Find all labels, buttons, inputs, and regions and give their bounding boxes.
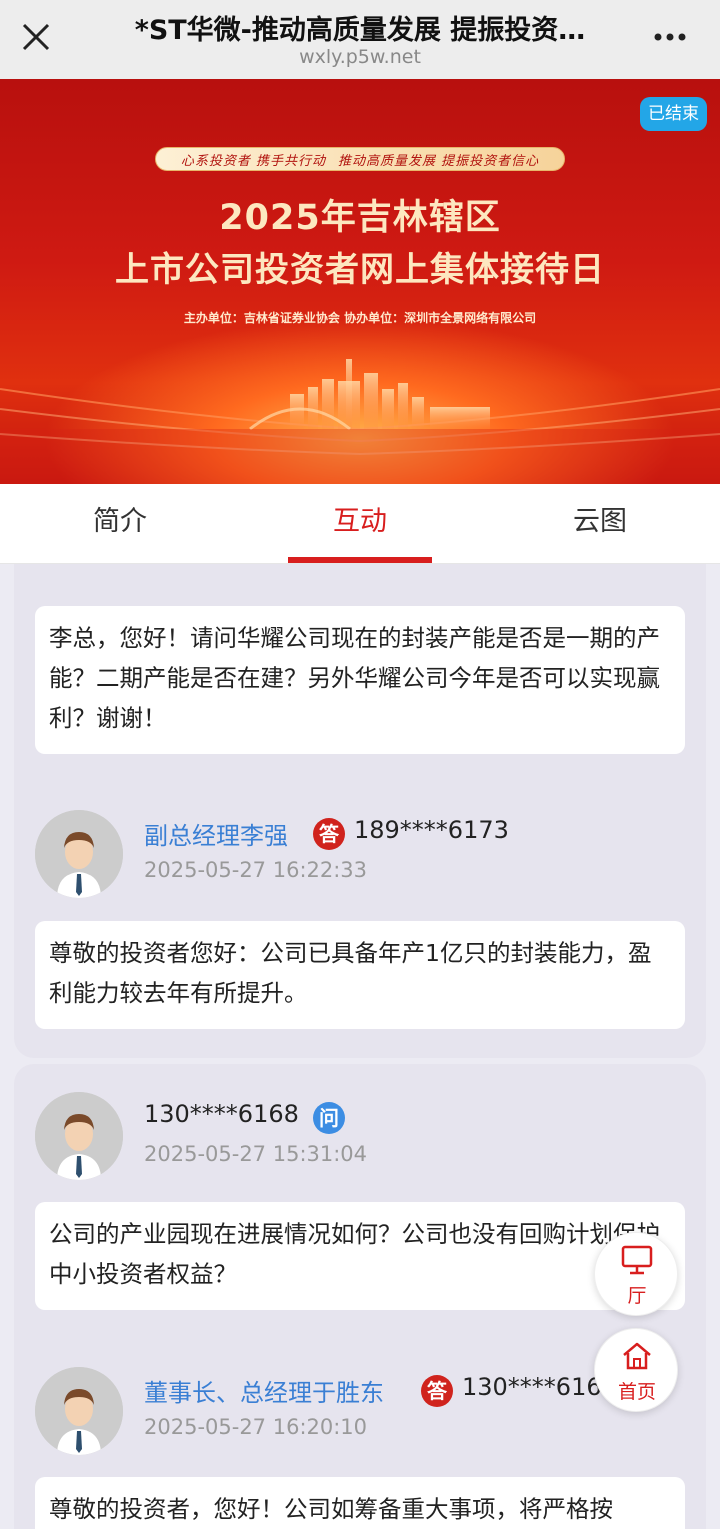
answer-timestamp: 2025-05-27 16:22:33	[144, 858, 368, 882]
title-bar: *ST华微-推动高质量发展 提振投资… wxly.p5w.net	[0, 0, 720, 79]
home-button[interactable]: 首页	[594, 1328, 678, 1412]
question-timestamp: 2025-05-27 15:31:04	[144, 1142, 368, 1166]
answer-text: 尊敬的投资者您好：公司已具备年产1亿只的封装能力，盈利能力较去年有所提升。	[35, 921, 685, 1029]
question-tag: 问	[313, 1102, 345, 1134]
banner-title-line1: 2025年吉林辖区	[219, 198, 501, 238]
banner-host-info: 主办单位：吉林省证券业协会 协办单位：深圳市全景网络有限公司	[183, 311, 537, 325]
avatar	[35, 810, 123, 898]
more-options-icon[interactable]	[650, 22, 690, 52]
person-avatar-icon	[35, 1367, 123, 1455]
monitor-icon	[621, 1245, 653, 1275]
home-icon	[623, 1342, 651, 1370]
person-avatar-icon	[35, 1092, 123, 1180]
slogan-left: 心系投资者 携手共行动	[180, 153, 326, 169]
question-text: 李总，您好！请问华耀公司现在的封装产能是否是一期的产能？二期产能是否在建？另外华…	[35, 606, 685, 754]
answer-text: 尊敬的投资者，您好！公司如筹备重大事项，将严格按	[35, 1477, 685, 1529]
home-label: 首页	[617, 1381, 656, 1403]
event-banner: 已结束 心系投资者 携手共行动 推动高质量发展 提振投资者信心 2025年吉林辖…	[0, 79, 720, 484]
answer-timestamp: 2025-05-27 16:20:10	[144, 1415, 368, 1439]
asker-phone: 130****6168	[144, 1100, 299, 1128]
answer-tag: 答	[313, 818, 345, 850]
banner-title-line2: 上市公司投资者网上集体接待日	[115, 250, 605, 290]
page-url: wxly.p5w.net	[299, 46, 421, 68]
tab-word-cloud[interactable]: 云图	[480, 484, 720, 564]
hall-button[interactable]: 厅	[594, 1232, 678, 1316]
avatar	[35, 1367, 123, 1455]
page-title: *ST华微-推动高质量发展 提振投资…	[134, 15, 586, 46]
answer-tag: 答	[421, 1375, 453, 1407]
hall-label: 厅	[627, 1285, 647, 1307]
active-tab-indicator	[288, 557, 432, 563]
answerer-phone: 189****6173	[354, 816, 509, 844]
qa-card: 李总，您好！请问华耀公司现在的封装产能是否是一期的产能？二期产能是否在建？另外华…	[14, 564, 706, 1058]
question-text: 公司的产业园现在进展情况如何？公司也没有回购计划保护中小投资者权益？	[35, 1202, 685, 1310]
slogan-bar: 心系投资者 携手共行动 推动高质量发展 提振投资者信心	[155, 147, 565, 171]
person-avatar-icon	[35, 810, 123, 898]
tab-bar: 简介 互动 云图	[0, 484, 720, 564]
avatar	[35, 1092, 123, 1180]
tab-interaction[interactable]: 互动	[240, 484, 480, 564]
close-icon[interactable]	[16, 17, 56, 57]
city-skyline-illustration	[0, 359, 720, 484]
tab-intro[interactable]: 简介	[0, 484, 240, 564]
slogan-right: 推动高质量发展 提振投资者信心	[338, 153, 540, 169]
answerer-name[interactable]: 副总经理李强	[144, 816, 288, 851]
answerer-name[interactable]: 董事长、总经理于胜东	[144, 1373, 384, 1408]
status-badge: 已结束	[640, 97, 707, 131]
